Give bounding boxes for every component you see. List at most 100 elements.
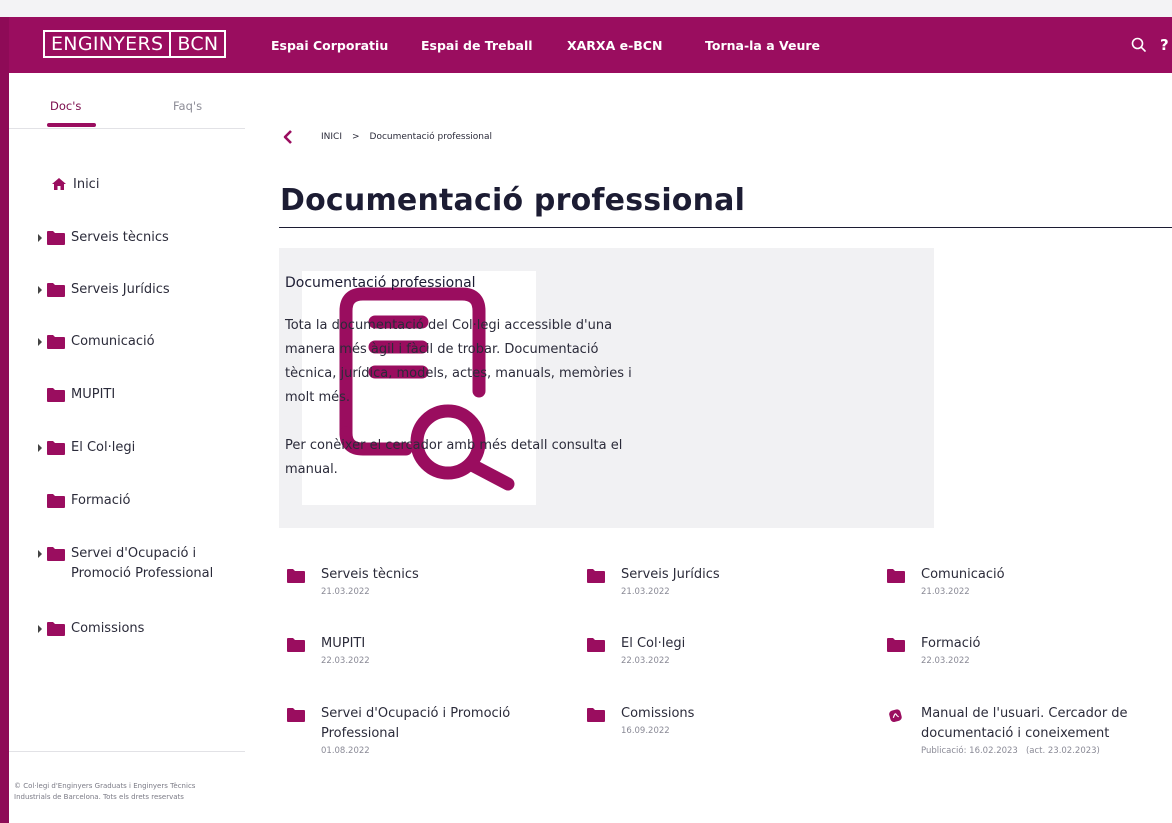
- folder-icon: [47, 547, 65, 561]
- page-title: Documentació professional: [280, 183, 746, 218]
- document-name: MUPITI: [321, 636, 366, 651]
- logo-right: BCN: [169, 32, 224, 56]
- sidebar-tabs: Doc's Faq's: [9, 73, 245, 129]
- document-date: 22.03.2022: [621, 656, 670, 666]
- pdf-icon: [889, 709, 902, 722]
- document-date: 21.03.2022: [621, 587, 670, 597]
- sidebar-item-serveis-tecnics[interactable]: Serveis tècnics: [37, 228, 169, 248]
- folder-icon: [587, 638, 605, 652]
- caret-right-icon[interactable]: [37, 280, 47, 300]
- sidebar-item-label: Serveis tècnics: [71, 230, 169, 245]
- document-name: Comunicació: [921, 567, 1005, 582]
- app-window: ENGINYERS BCN Espai Corporatiu Espai de …: [9, 17, 1172, 823]
- list-item[interactable]: Comissions 16.09.2022: [579, 704, 694, 737]
- sidebar-item-formacio[interactable]: Formació: [37, 491, 130, 511]
- documents-grid: Serveis tècnics 21.03.2022 Serveis Jurídi…: [279, 565, 1172, 805]
- sidebar: Doc's Faq's Inici Serveis tècnics Servei…: [9, 73, 245, 823]
- document-name: Comissions: [621, 706, 695, 721]
- document-date: 22.03.2022: [321, 656, 370, 666]
- top-icons: ?: [1128, 17, 1172, 73]
- document-date: 16.09.2022: [621, 726, 670, 736]
- home-icon: [52, 178, 66, 190]
- window-edge: [0, 17, 9, 823]
- folder-icon: [587, 569, 605, 583]
- nav-torna-la-a-veure[interactable]: Torna-la a Veure: [705, 38, 825, 53]
- intro-manual-note: Per conèixer el cercador amb més detall …: [285, 438, 623, 477]
- sidebar-item-mupiti[interactable]: MUPITI: [37, 385, 115, 405]
- logo[interactable]: ENGINYERS BCN: [43, 30, 227, 58]
- list-item[interactable]: Comunicació 21.03.2022: [879, 565, 1005, 598]
- folder-icon: [47, 231, 65, 245]
- sidebar-item-label: MUPITI: [71, 387, 116, 402]
- tab-docs[interactable]: Doc's: [50, 99, 81, 113]
- list-item[interactable]: Serveis Jurídics 21.03.2022: [579, 565, 720, 598]
- caret-right-icon[interactable]: [37, 619, 47, 639]
- list-item[interactable]: Servei d'Ocupació i Promoció Professiona…: [279, 704, 539, 757]
- sidebar-item-comunicacio[interactable]: Comunicació: [37, 332, 155, 352]
- caret-right-icon[interactable]: [37, 544, 47, 564]
- nav-espai-corporatiu[interactable]: Espai Corporatiu: [271, 38, 421, 53]
- document-name: Servei d'Ocupació i Promoció Professiona…: [321, 706, 511, 741]
- active-tab-indicator: [47, 123, 96, 127]
- title-divider: [279, 227, 1172, 228]
- nav-espai-de-treball[interactable]: Espai de Treball: [421, 38, 567, 53]
- list-item[interactable]: Formació 22.03.2022: [879, 634, 980, 667]
- folder-icon: [47, 283, 65, 297]
- divider: [9, 751, 245, 752]
- document-date: Publicació: 16.02.2023 (act. 23.02.2023): [921, 746, 1100, 756]
- search-icon[interactable]: [1128, 34, 1150, 56]
- folder-icon: [47, 441, 65, 455]
- copyright-footer: © Col·legi d'Enginyers Graduats i Enginy…: [14, 782, 196, 801]
- sidebar-item-label: Comunicació: [71, 334, 155, 349]
- breadcrumb-current: Documentació professional: [369, 132, 493, 142]
- caret-right-icon[interactable]: [37, 228, 47, 248]
- sidebar-item-label: Formació: [71, 493, 131, 508]
- nav-xarxa-ebcn[interactable]: XARXA e-BCN: [567, 38, 705, 53]
- sidebar-item-label: Inici: [73, 177, 100, 192]
- list-item[interactable]: El Col·legi 22.03.2022: [579, 634, 685, 667]
- breadcrumb: INICI > Documentació professional: [281, 129, 492, 145]
- document-name: El Col·legi: [621, 636, 686, 651]
- sidebar-item-label: Comissions: [71, 621, 145, 636]
- back-chevron-icon[interactable]: [281, 129, 295, 145]
- sidebar-item-label: Serveis Jurídics: [71, 282, 170, 297]
- breadcrumb-separator: >: [351, 132, 360, 142]
- document-name: Formació: [921, 636, 981, 651]
- caret-right-icon[interactable]: [37, 438, 47, 458]
- sidebar-item-inici[interactable]: Inici: [37, 175, 99, 195]
- sidebar-item-serveis-juridics[interactable]: Serveis Jurídics: [37, 280, 170, 300]
- folder-icon: [587, 708, 605, 722]
- sidebar-item-label: Servei d'Ocupació i Promoció Professiona…: [71, 546, 214, 581]
- intro-description: Tota la documentació del Col·legi access…: [285, 318, 632, 405]
- document-date: 21.03.2022: [921, 587, 970, 597]
- folder-icon: [47, 388, 65, 402]
- folder-icon: [47, 335, 65, 349]
- folder-icon: [47, 494, 65, 508]
- document-date: 01.08.2022: [321, 746, 370, 756]
- breadcrumb-home[interactable]: INICI: [321, 132, 342, 142]
- folder-icon: [47, 622, 65, 636]
- document-name: Serveis Jurídics: [621, 567, 720, 582]
- folder-icon: [287, 569, 305, 583]
- tab-faqs[interactable]: Faq's: [173, 99, 202, 113]
- document-name: Manual de l'usuari. Cercador de document…: [921, 706, 1128, 741]
- folder-icon: [287, 708, 305, 722]
- sidebar-item-comissions[interactable]: Comissions: [37, 619, 144, 639]
- document-date: 22.03.2022: [921, 656, 970, 666]
- document-date: 21.03.2022: [321, 587, 370, 597]
- caret-right-icon[interactable]: [37, 332, 47, 352]
- list-item[interactable]: Manual de l'usuari. Cercador de document…: [879, 704, 1169, 757]
- list-item[interactable]: MUPITI 22.03.2022: [279, 634, 370, 667]
- top-bar: ENGINYERS BCN Espai Corporatiu Espai de …: [9, 17, 1172, 73]
- list-item[interactable]: Serveis tècnics 21.03.2022: [279, 565, 419, 598]
- help-button[interactable]: ?: [1160, 36, 1172, 54]
- sidebar-item-el-collegi[interactable]: El Col·legi: [37, 438, 135, 458]
- sidebar-item-label: El Col·legi: [71, 440, 136, 455]
- document-name: Serveis tècnics: [321, 567, 419, 582]
- folder-icon: [287, 638, 305, 652]
- top-nav: Espai Corporatiu Espai de Treball XARXA …: [271, 17, 825, 73]
- folder-icon: [887, 569, 905, 583]
- folder-icon: [887, 638, 905, 652]
- intro-title: Documentació professional: [285, 275, 476, 291]
- sidebar-item-servei-ocupacio[interactable]: Servei d'Ocupació i Promoció Professiona…: [37, 544, 227, 584]
